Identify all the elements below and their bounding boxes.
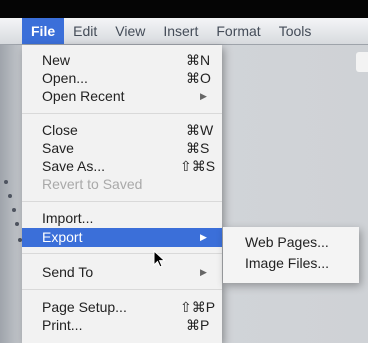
menu-tools[interactable]: Tools (270, 18, 321, 44)
triangle-right-icon: ▶ (200, 91, 207, 101)
dot-decoration (8, 194, 12, 198)
dot-decoration (12, 208, 16, 212)
mouse-cursor-icon (153, 250, 166, 268)
menu-item-print[interactable]: Print... ⌘P (22, 316, 222, 334)
menu-format[interactable]: Format (207, 18, 269, 44)
triangle-right-icon: ▶ (200, 267, 207, 277)
menu-item-label: New (42, 52, 71, 68)
menu-item-open[interactable]: Open... ⌘O (22, 69, 222, 87)
menu-bar: File Edit View Insert Format Tools (0, 18, 368, 45)
menu-item-label: Open... (42, 70, 88, 86)
menu-item-label: Open Recent (42, 88, 125, 104)
menu-item-save-as[interactable]: Save As... ⇧⌘S (22, 157, 222, 175)
menu-item-label: Save (42, 140, 74, 156)
menu-item-label: Save As... (42, 158, 106, 174)
menu-item-label: Image Files... (245, 255, 330, 271)
triangle-right-icon: ▶ (200, 232, 207, 242)
menu-item-label: Revert to Saved (42, 176, 143, 192)
menu-separator (22, 113, 222, 114)
file-menu: New ⌘N Open... ⌘O Open Recent ▶ Close ⌘W… (22, 45, 222, 343)
menu-item-close[interactable]: Close ⌘W (22, 121, 222, 139)
shortcut-label: ⌘P (186, 317, 210, 333)
menu-item-label: Close (42, 122, 78, 138)
menu-item-save[interactable]: Save ⌘S (22, 139, 222, 157)
menu-separator (22, 253, 222, 254)
submenu-item-image-files[interactable]: Image Files... (223, 254, 359, 272)
menu-item-label: Page Setup... (42, 299, 127, 315)
export-submenu: Web Pages... Image Files... (223, 227, 359, 283)
menu-insert[interactable]: Insert (154, 18, 207, 44)
menu-item-label: Web Pages... (245, 234, 329, 250)
menu-item-label: Import... (42, 210, 94, 226)
menu-item-open-recent[interactable]: Open Recent ▶ (22, 87, 222, 105)
menu-item-import[interactable]: Import... (22, 209, 222, 227)
menu-item-revert-to-saved: Revert to Saved (22, 175, 222, 193)
top-black-bar (0, 0, 368, 18)
shortcut-label: ⇧⌘S (180, 158, 216, 174)
shortcut-label: ⌘O (186, 70, 211, 86)
menu-separator (22, 289, 222, 290)
menu-item-export[interactable]: Export ▶ (22, 228, 222, 247)
shortcut-label: ⌘S (186, 140, 210, 156)
menu-item-label: Export (42, 229, 83, 245)
shortcut-label: ⇧⌘P (180, 299, 216, 315)
menu-view[interactable]: View (106, 18, 154, 44)
menu-item-page-setup[interactable]: Page Setup... ⇧⌘P (22, 298, 222, 316)
dot-decoration (4, 180, 8, 184)
shortcut-label: ⌘N (186, 52, 211, 68)
menu-file[interactable]: File (22, 18, 65, 44)
menu-item-label: Send To (42, 264, 94, 280)
dot-decoration (15, 222, 19, 226)
menu-item-new[interactable]: New ⌘N (22, 51, 222, 69)
window-edge (356, 52, 368, 72)
submenu-item-web-pages[interactable]: Web Pages... (223, 233, 359, 251)
menu-item-send-to[interactable]: Send To ▶ (22, 263, 222, 281)
menu-separator (22, 201, 222, 202)
shortcut-label: ⌘W (186, 122, 214, 138)
menu-edit[interactable]: Edit (64, 18, 106, 44)
menu-item-label: Print... (42, 317, 83, 333)
